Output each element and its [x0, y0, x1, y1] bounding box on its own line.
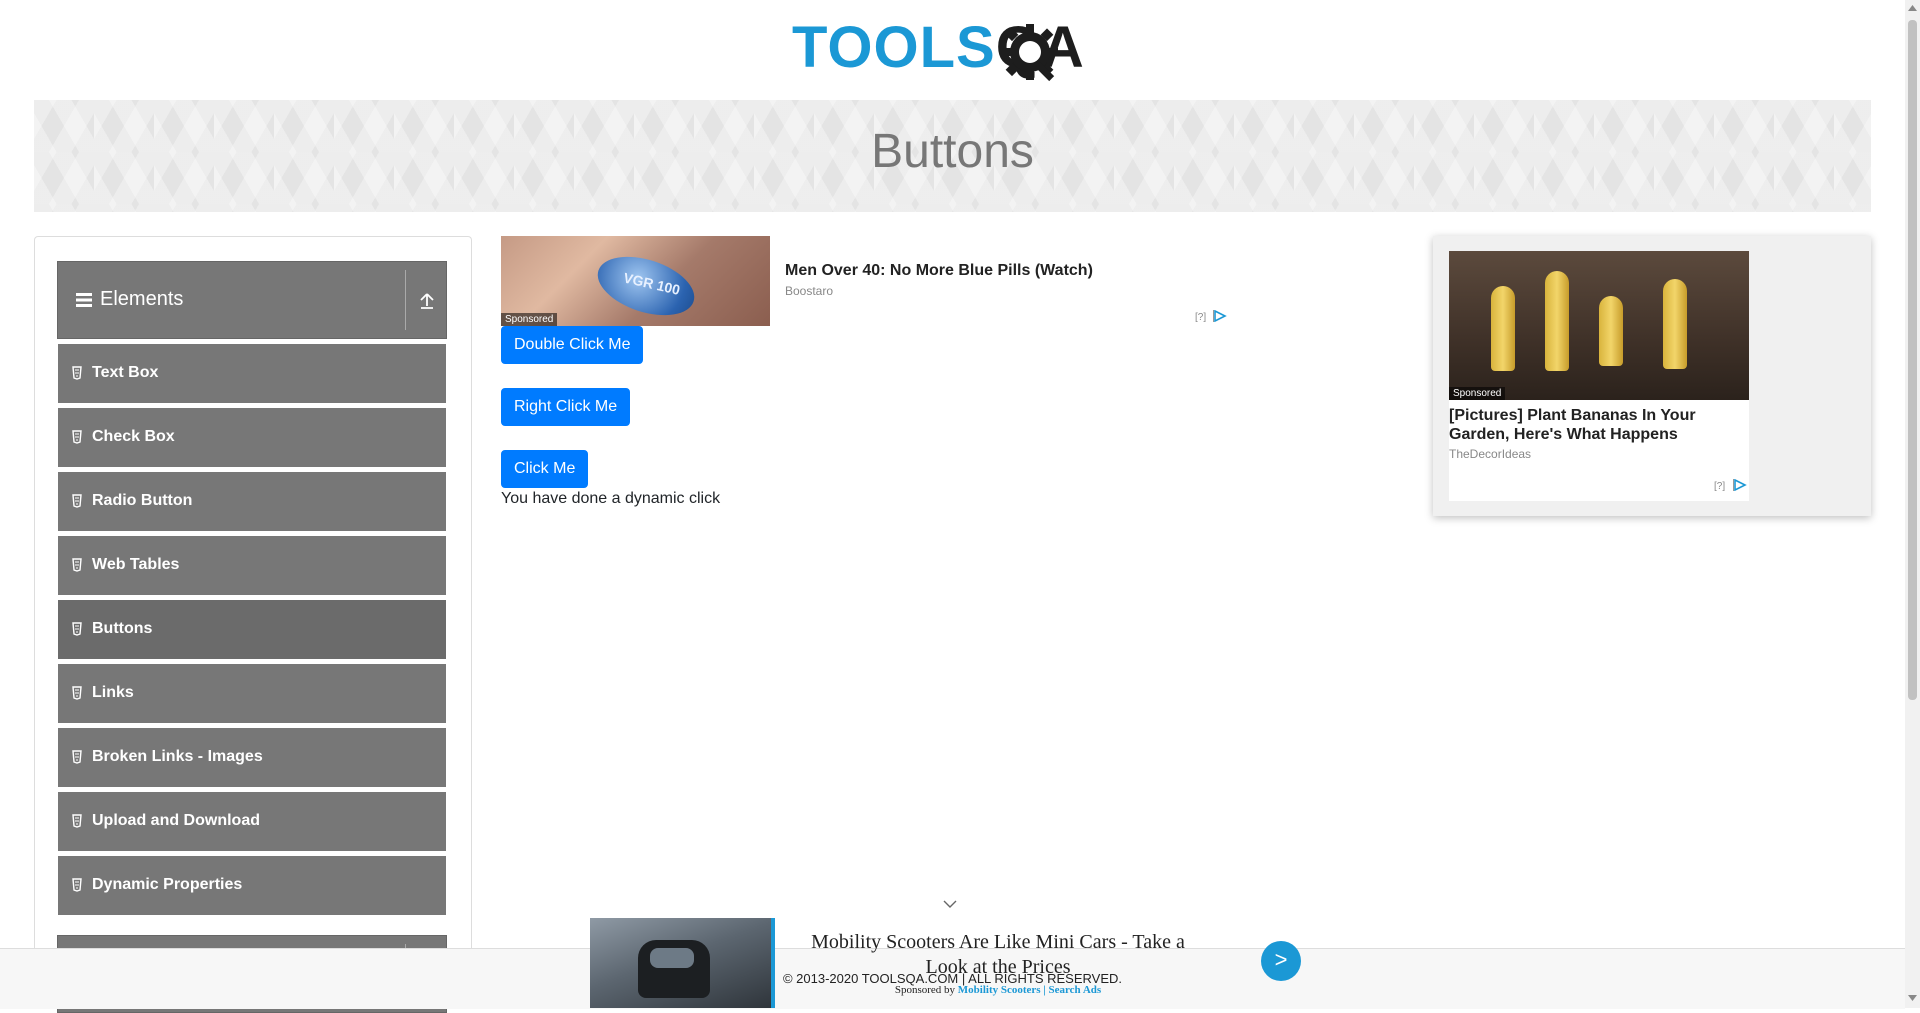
html-icon [72, 814, 82, 828]
html-icon [72, 494, 82, 508]
ad-card[interactable]: Sponsored [Pictures] Plant Bananas In Yo… [1449, 251, 1749, 501]
sidebar-item-label: Radio Button [92, 492, 193, 509]
sidebar-item-text-box[interactable]: Text Box [57, 343, 447, 404]
banana-graphic [1599, 296, 1623, 366]
html-icon [72, 366, 82, 380]
sidebar-item-label: Web Tables [92, 556, 180, 573]
sponsored-by-label: Sponsored by [894, 984, 956, 996]
sponsored-ad-top[interactable]: VGR 100 Sponsored Men Over 40: No More B… [501, 236, 1229, 326]
scroll-down-icon[interactable] [1908, 994, 1917, 1002]
adchoices-icon[interactable] [1213, 310, 1227, 322]
sidebar-item-label: Dynamic Properties [92, 876, 243, 893]
html-icon [72, 686, 82, 700]
sponsored-tag: Sponsored [501, 313, 558, 326]
sidebar-item-radio-button[interactable]: Radio Button [57, 471, 447, 532]
ad-title[interactable]: Men Over 40: No More Blue Pills (Watch) [785, 262, 1093, 280]
header: TOOLSQA [0, 0, 1905, 100]
banana-graphic [1663, 279, 1687, 369]
group-title: Elements [76, 288, 183, 311]
gear-icon [1002, 24, 1058, 82]
sidebar-item-check-box[interactable]: Check Box [57, 407, 447, 468]
double-click-button[interactable]: Double Click Me [501, 326, 644, 364]
sidebar-item-label: Text Box [92, 364, 159, 381]
ad-help-link[interactable]: [?] [1714, 481, 1725, 492]
ad-help-link[interactable]: [?] [1195, 312, 1206, 323]
left-sidebar: Elements Text Box Check Box Radio Button… [34, 236, 472, 1013]
elements-group-header[interactable]: Elements [57, 261, 447, 339]
click-me-button[interactable]: Click Me [501, 450, 589, 488]
ad-image[interactable]: VGR 100 Sponsored [501, 236, 770, 326]
scrollbar-thumb[interactable] [1908, 20, 1917, 700]
chevron-down-icon[interactable] [943, 900, 957, 908]
sidebar-item-dynamic-properties[interactable]: Dynamic Properties [57, 855, 447, 916]
ad-source[interactable]: TheDecorIdeas [1449, 447, 1531, 461]
ad-source[interactable]: Boostaro [785, 284, 833, 298]
sidebar-item-broken-links[interactable]: Broken Links - Images [57, 727, 447, 788]
toolsqa-logo[interactable]: TOOLSQA [792, 14, 1116, 90]
sponsored-ad-right: Sponsored [Pictures] Plant Bananas In Yo… [1433, 236, 1871, 516]
sidebar-item-label: Buttons [92, 620, 153, 637]
dynamic-click-message: You have done a dynamic click [501, 490, 721, 507]
sponsor-link[interactable]: Mobility Scooters | Search Ads [958, 984, 1101, 996]
group-title-label: Elements [100, 288, 184, 310]
scroll-up-icon[interactable] [1908, 4, 1917, 12]
page-title: Buttons [871, 125, 1034, 178]
html-icon [72, 750, 82, 764]
menu-icon [76, 292, 92, 307]
car-window-graphic [650, 948, 694, 968]
banana-graphic [1545, 271, 1569, 371]
ad-image[interactable] [590, 918, 775, 1008]
sponsored-ad-bottom[interactable]: Mobility Scooters Are Like Mini Cars - T… [590, 918, 1301, 1008]
sidebar-item-web-tables[interactable]: Web Tables [57, 535, 447, 596]
ad-title[interactable]: Mobility Scooters Are Like Mini Cars - T… [790, 930, 1206, 980]
logo-tools: TOOLS [792, 15, 996, 80]
sidebar-item-label: Broken Links - Images [92, 748, 263, 765]
right-click-button[interactable]: Right Click Me [501, 388, 631, 426]
sponsored-tag: Sponsored [1449, 387, 1506, 400]
ad-sponsor-line: Sponsored by Mobility Scooters | Search … [790, 984, 1206, 996]
sidebar-item-label: Links [92, 684, 134, 701]
pill-text: VGR 100 [621, 269, 682, 298]
sidebar-item-label: Check Box [92, 428, 175, 445]
collapse-icon[interactable] [418, 288, 436, 312]
html-icon [72, 878, 82, 892]
html-icon [72, 430, 82, 444]
adchoices-icon[interactable] [1733, 479, 1747, 491]
vertical-scrollbar[interactable] [1905, 0, 1920, 1008]
sidebar-item-upload-download[interactable]: Upload and Download [57, 791, 447, 852]
sidebar-item-links[interactable]: Links [57, 663, 447, 724]
banana-graphic [1491, 286, 1515, 371]
page-banner: Buttons [34, 100, 1871, 212]
group-header-divider [405, 270, 406, 330]
html-icon [72, 558, 82, 572]
next-ad-button[interactable]: > [1261, 941, 1301, 981]
pill-graphic: VGR 100 [590, 245, 702, 326]
sidebar-item-label: Upload and Download [92, 812, 260, 829]
ad-image[interactable]: Sponsored [1449, 251, 1749, 400]
html-icon [72, 622, 82, 636]
ad-title[interactable]: [Pictures] Plant Bananas In Your Garden,… [1449, 406, 1749, 444]
sidebar-item-buttons[interactable]: Buttons [57, 599, 447, 660]
